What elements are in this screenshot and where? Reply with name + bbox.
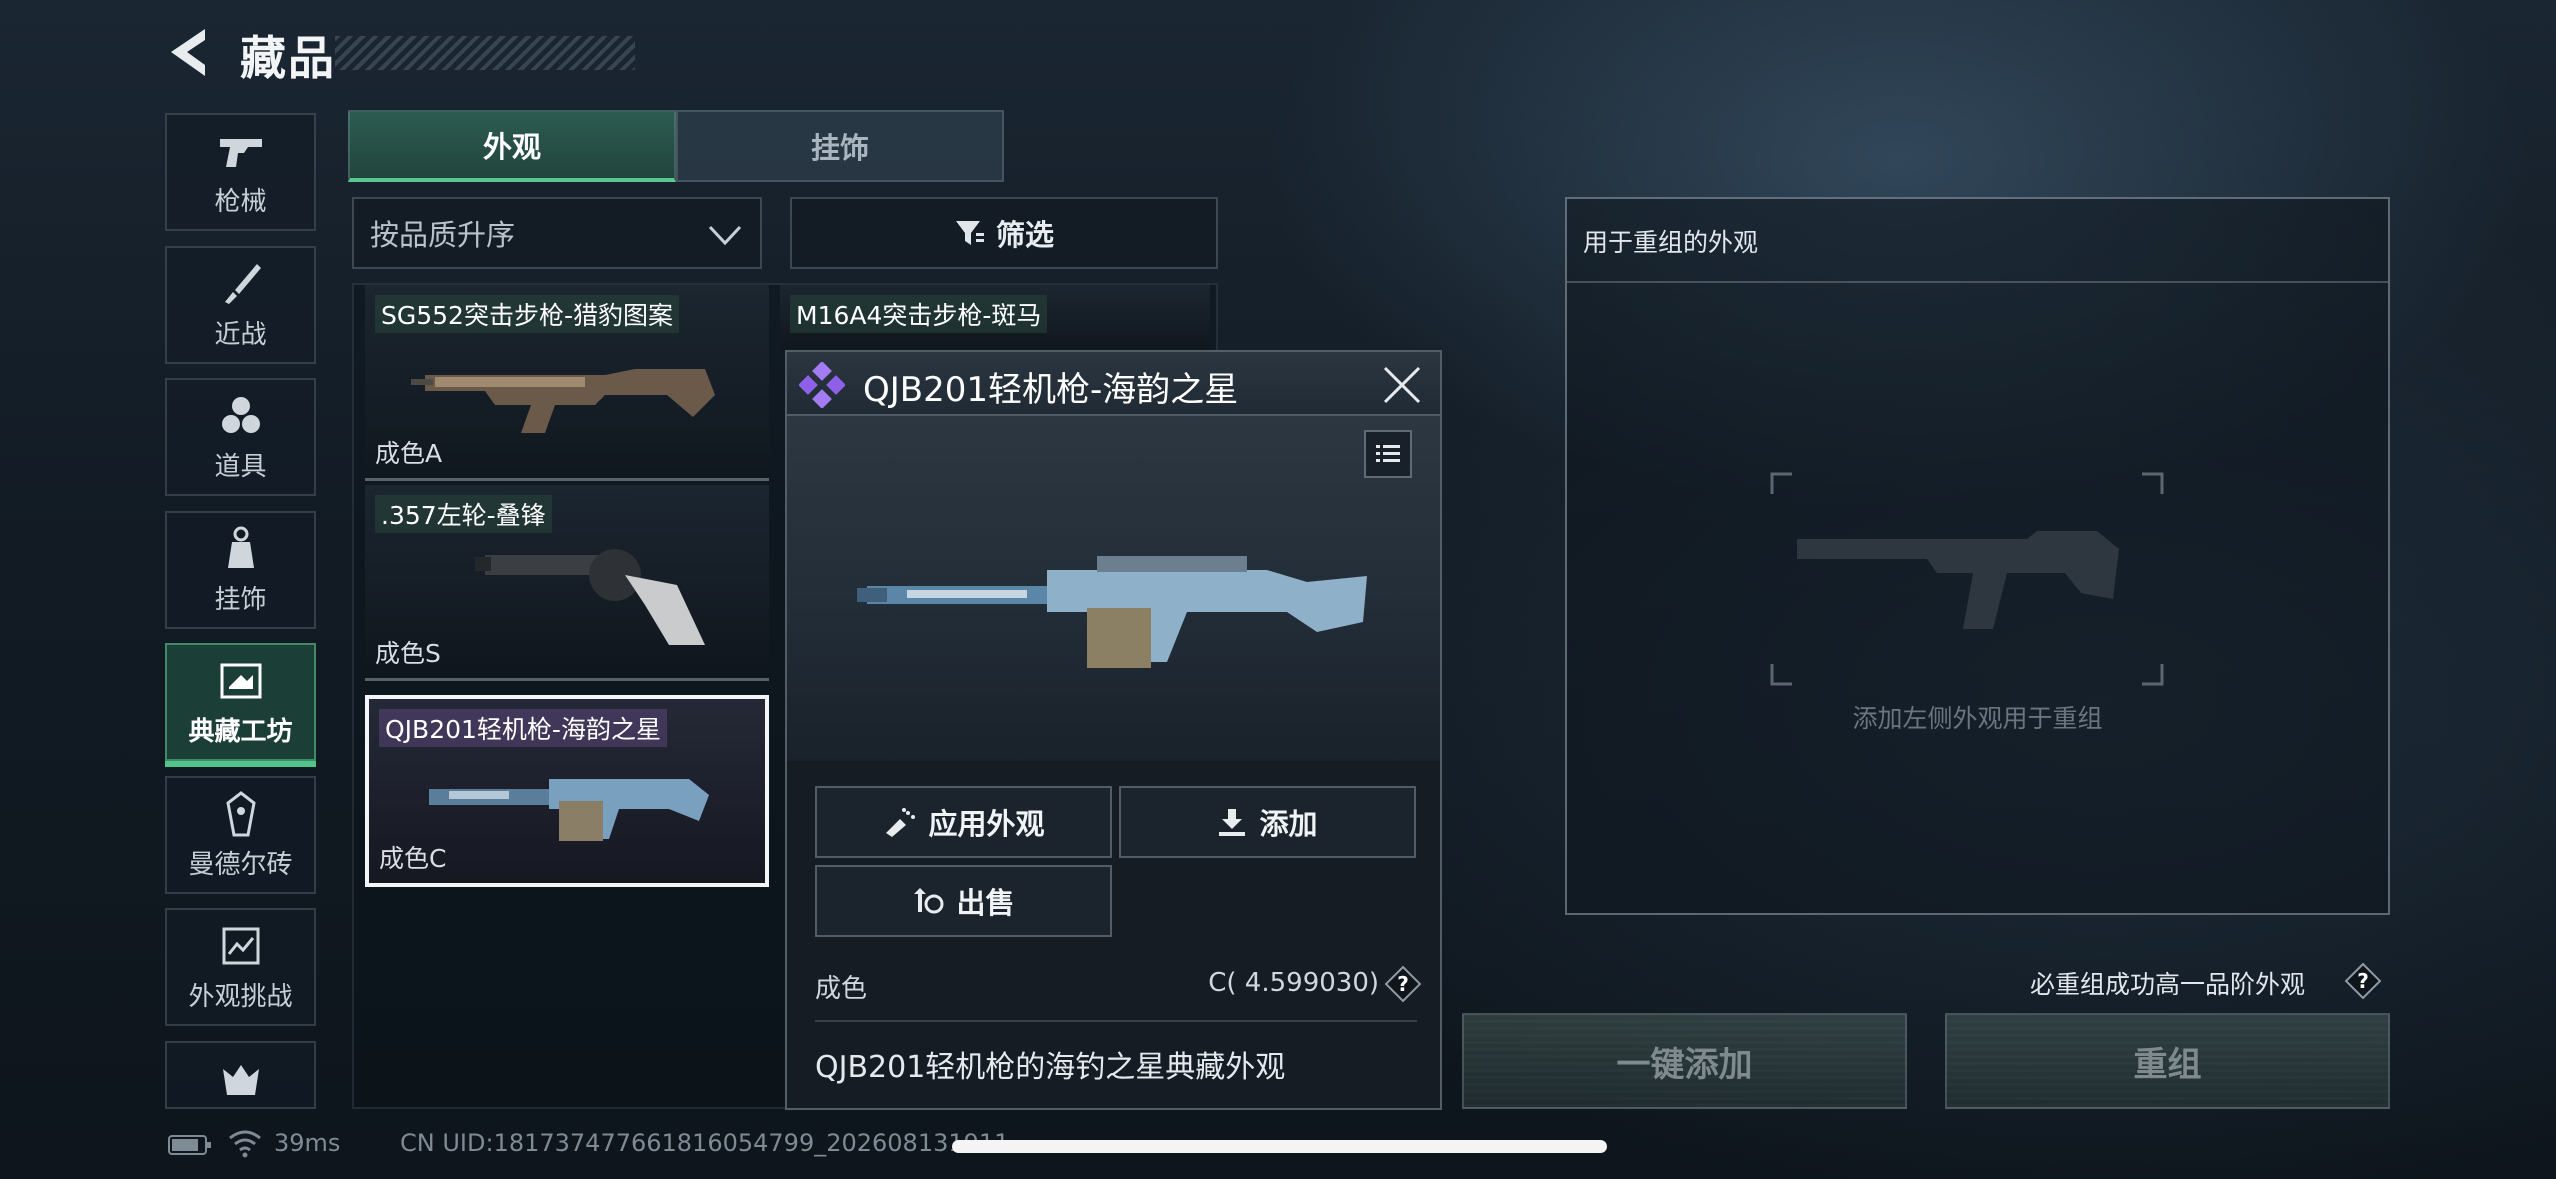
item-detail-popup: QJB201轻机枪-海韵之星 应用外观 添加 出售 成色 C( 4.599030… xyxy=(785,350,1442,1110)
item-card[interactable]: SG552突击步枪-猎豹图案 成色A xyxy=(365,285,769,481)
user-uid: CN UID:1817374776618160547​99_2026081319… xyxy=(400,1129,1010,1157)
back-arrow-icon[interactable] xyxy=(165,25,215,80)
add-button[interactable]: 添加 xyxy=(1119,786,1416,858)
sidebar-item-more[interactable] xyxy=(165,1041,316,1109)
brick-icon xyxy=(217,790,265,838)
item-name: .357左轮-叠锋 xyxy=(375,495,552,533)
spray-icon xyxy=(886,808,916,837)
apply-skin-button[interactable]: 应用外观 xyxy=(815,786,1112,858)
sort-dropdown[interactable]: 按品质升序 xyxy=(352,197,762,269)
recombine-hint: 添加左侧外观用于重组 xyxy=(1852,704,2103,733)
guarantee-text: 必重组成功高一品阶外观 xyxy=(2030,970,2306,999)
page-title: 藏品 xyxy=(240,31,336,85)
sidebar-item-workshop[interactable]: 典藏工坊 xyxy=(165,643,316,767)
list-icon xyxy=(1376,445,1400,462)
sidebar-item-label: 近战 xyxy=(214,319,267,350)
sell-button[interactable]: 出售 xyxy=(815,865,1112,937)
knife-icon xyxy=(217,260,265,308)
sort-selected-value: 按品质升序 xyxy=(370,218,516,252)
item-grade: 成色C xyxy=(379,844,447,873)
tab-charms[interactable]: 挂饰 xyxy=(676,110,1004,182)
recombine-title: 用于重组的外观 xyxy=(1583,228,1759,257)
download-icon xyxy=(1219,809,1246,836)
tab-appearance[interactable]: 外观 xyxy=(348,110,676,182)
item-grade: 成色S xyxy=(375,639,441,668)
recombine-slot[interactable] xyxy=(1767,469,2167,689)
rifle-thumbnail xyxy=(411,369,715,433)
condition-value: C( 4.599030) xyxy=(1208,968,1379,998)
sidebar-item-label: 枪械 xyxy=(214,186,267,217)
sidebar-item-charms[interactable]: 挂饰 xyxy=(165,511,316,629)
divider xyxy=(815,1020,1417,1022)
sidebar-item-guns[interactable]: 枪械 xyxy=(165,113,316,231)
sidebar-item-label: 道具 xyxy=(214,451,267,482)
revolver-thumbnail xyxy=(475,549,705,645)
condition-label: 成色 xyxy=(815,974,868,1004)
apply-skin-label: 应用外观 xyxy=(928,807,1045,841)
add-label: 添加 xyxy=(1259,807,1318,841)
challenge-icon xyxy=(217,922,265,970)
popup-title: QJB201轻机枪-海韵之星 xyxy=(863,370,1239,410)
workshop-icon xyxy=(217,657,265,705)
home-indicator[interactable] xyxy=(952,1140,1607,1153)
sidebar-item-label: 挂饰 xyxy=(214,584,267,615)
help-icon[interactable]: ? xyxy=(2343,961,2383,1001)
ping-readout: 39ms xyxy=(274,1129,341,1157)
sidebar-item-props[interactable]: 道具 xyxy=(165,378,316,496)
title-decoration xyxy=(335,36,635,70)
skin-description: QJB201轻机枪的海钓之星典藏外观 xyxy=(815,1050,1286,1085)
battery-icon xyxy=(168,1135,211,1155)
item-card-selected[interactable]: QJB201轻机枪-海韵之星 成色C xyxy=(365,695,769,887)
item-name: QJB201轻机枪-海韵之星 xyxy=(379,709,667,747)
charm-icon xyxy=(217,525,265,573)
svg-text:?: ? xyxy=(1397,972,1409,996)
crown-icon xyxy=(217,1057,265,1105)
sidebar-item-label: 外观挑战 xyxy=(188,981,293,1012)
gun-icon xyxy=(217,127,265,175)
lmg-preview-image xyxy=(857,556,1367,668)
sidebar-item-mandel-brick[interactable]: 曼德尔砖 xyxy=(165,776,316,894)
chevron-down-icon xyxy=(708,225,742,246)
item-grade: 成色A xyxy=(375,439,443,468)
sidebar-item-label: 典藏工坊 xyxy=(188,716,293,747)
item-card[interactable]: .357左轮-叠锋 成色S xyxy=(365,485,769,681)
quick-add-button[interactable]: 一键添加 xyxy=(1462,1013,1907,1109)
help-icon[interactable]: ? xyxy=(1383,964,1423,1004)
grenade-icon xyxy=(217,392,265,440)
sidebar-item-label: 曼德尔砖 xyxy=(188,849,293,880)
item-name: M16A4突击步枪-斑马 xyxy=(790,295,1048,333)
details-list-button[interactable] xyxy=(1364,430,1412,478)
recombine-panel: 用于重组的外观 添加左侧外观用于重组 xyxy=(1565,197,2390,915)
filter-button[interactable]: 筛选 xyxy=(790,197,1218,269)
item-name: SG552突击步枪-猎豹图案 xyxy=(375,295,679,333)
lmg-thumbnail xyxy=(429,779,709,841)
item-card[interactable]: M16A4突击步枪-斑马 xyxy=(780,285,1210,349)
sell-label: 出售 xyxy=(956,886,1015,920)
sidebar-item-melee[interactable]: 近战 xyxy=(165,246,316,364)
recombine-button[interactable]: 重组 xyxy=(1945,1013,2390,1109)
close-icon[interactable] xyxy=(1379,362,1425,408)
popup-header: QJB201轻机枪-海韵之星 xyxy=(787,352,1440,416)
sell-icon xyxy=(914,888,944,914)
sidebar-item-skin-challenge[interactable]: 外观挑战 xyxy=(165,908,316,1026)
filter-label: 筛选 xyxy=(995,218,1054,252)
rarity-diamond-icon xyxy=(799,362,845,408)
svg-text:?: ? xyxy=(2357,969,2369,993)
filter-icon xyxy=(955,221,984,245)
recombine-header: 用于重组的外观 xyxy=(1567,199,2388,283)
wifi-icon xyxy=(229,1130,261,1158)
